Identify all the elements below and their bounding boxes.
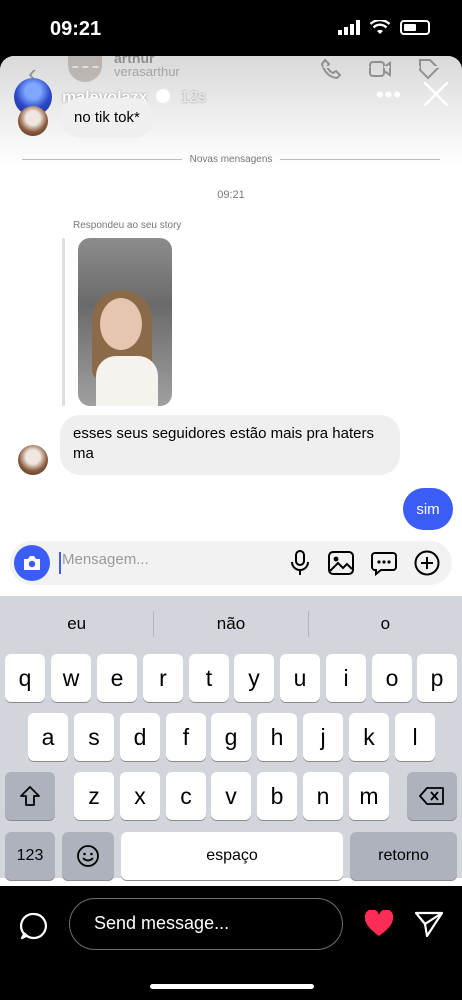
wifi-icon [370,20,390,34]
keyboard-suggestions: eu não o [0,596,462,652]
story-reply-label: Respondeu ao seu story [73,220,182,231]
key-x[interactable]: x [120,772,160,820]
sticker-icon[interactable] [371,550,397,576]
key-f[interactable]: f [166,713,206,761]
message-bubble-incoming[interactable]: no tik tok* [60,98,154,138]
key-e[interactable]: e [97,654,137,702]
key-g[interactable]: g [211,713,251,761]
key-w[interactable]: w [51,654,91,702]
status-icons [338,20,430,35]
key-s[interactable]: s [74,713,114,761]
thumbnail-person-face [100,298,142,350]
tag-icon[interactable] [418,58,440,80]
suggestion-item[interactable]: o [309,614,462,634]
message-bubble-incoming[interactable]: esses seus seguidores estão mais pra hat… [60,415,400,475]
space-key[interactable]: espaço [121,832,343,880]
story-age: 12s [180,88,207,106]
key-y[interactable]: y [234,654,274,702]
message-timestamp: 09:21 [217,189,245,201]
send-icon[interactable] [414,910,444,938]
key-m[interactable]: m [349,772,389,820]
keyboard: eu não o q w e r t y u i o p a s d f g h… [0,596,462,880]
key-d[interactable]: d [120,713,160,761]
return-key[interactable]: retorno [350,832,457,880]
key-i[interactable]: i [326,654,366,702]
battery-icon [400,20,430,35]
shift-key[interactable] [5,772,55,820]
composer-actions [289,550,440,576]
send-message-input[interactable]: Send message... [69,898,343,950]
backspace-key[interactable] [407,772,457,820]
key-c[interactable]: c [166,772,206,820]
signal-icon [338,20,360,35]
text-cursor [59,552,61,574]
sender-avatar[interactable] [18,445,48,475]
sender-avatar[interactable] [18,106,48,136]
camera-icon [24,556,40,570]
reply-quote-bar [62,238,65,406]
thumbnail-person-shirt [96,356,158,406]
chat-bubble-icon[interactable] [20,912,48,940]
heart-icon[interactable] [364,910,394,938]
divider-line [280,159,441,160]
story-progress-bar [12,66,450,68]
verified-icon [155,88,170,103]
key-u[interactable]: u [280,654,320,702]
emoji-key[interactable] [62,832,114,880]
mic-icon[interactable] [289,550,311,576]
story-reply-bar: Send message... [0,886,462,1000]
key-o[interactable]: o [372,654,412,702]
key-z[interactable]: z [74,772,114,820]
status-bar: 09:21 [0,0,462,56]
home-indicator [150,984,314,989]
key-t[interactable]: t [189,654,229,702]
key-v[interactable]: v [211,772,251,820]
key-q[interactable]: q [5,654,45,702]
divider-line [22,159,182,160]
key-k[interactable]: k [349,713,389,761]
numbers-key[interactable]: 123 [5,832,55,880]
message-input[interactable]: Mensagem... [62,551,149,568]
chat-header-actions [320,58,440,80]
key-l[interactable]: l [395,713,435,761]
key-n[interactable]: n [303,772,343,820]
plus-icon[interactable] [414,550,440,576]
emoji-icon [77,845,99,867]
message-bubble-outgoing[interactable]: sim [403,488,453,530]
key-h[interactable]: h [257,713,297,761]
status-time: 09:21 [50,18,102,40]
image-icon[interactable] [328,551,354,575]
phone-icon[interactable] [320,58,342,80]
shift-icon [20,786,40,806]
backspace-icon [419,787,444,805]
suggestion-item[interactable]: não [154,614,307,634]
key-r[interactable]: r [143,654,183,702]
more-icon[interactable]: ••• [376,82,402,108]
camera-button[interactable] [14,545,50,581]
key-p[interactable]: p [417,654,457,702]
new-messages-divider: Novas mensagens [22,154,441,165]
key-b[interactable]: b [257,772,297,820]
video-icon[interactable] [368,58,392,80]
close-icon[interactable] [422,80,450,108]
message-composer: Mensagem... [10,541,452,585]
key-a[interactable]: a [28,713,68,761]
divider-label: Novas mensagens [189,154,273,165]
story-reply-thumbnail[interactable] [78,238,172,406]
key-j[interactable]: j [303,713,343,761]
suggestion-item[interactable]: eu [0,614,153,634]
